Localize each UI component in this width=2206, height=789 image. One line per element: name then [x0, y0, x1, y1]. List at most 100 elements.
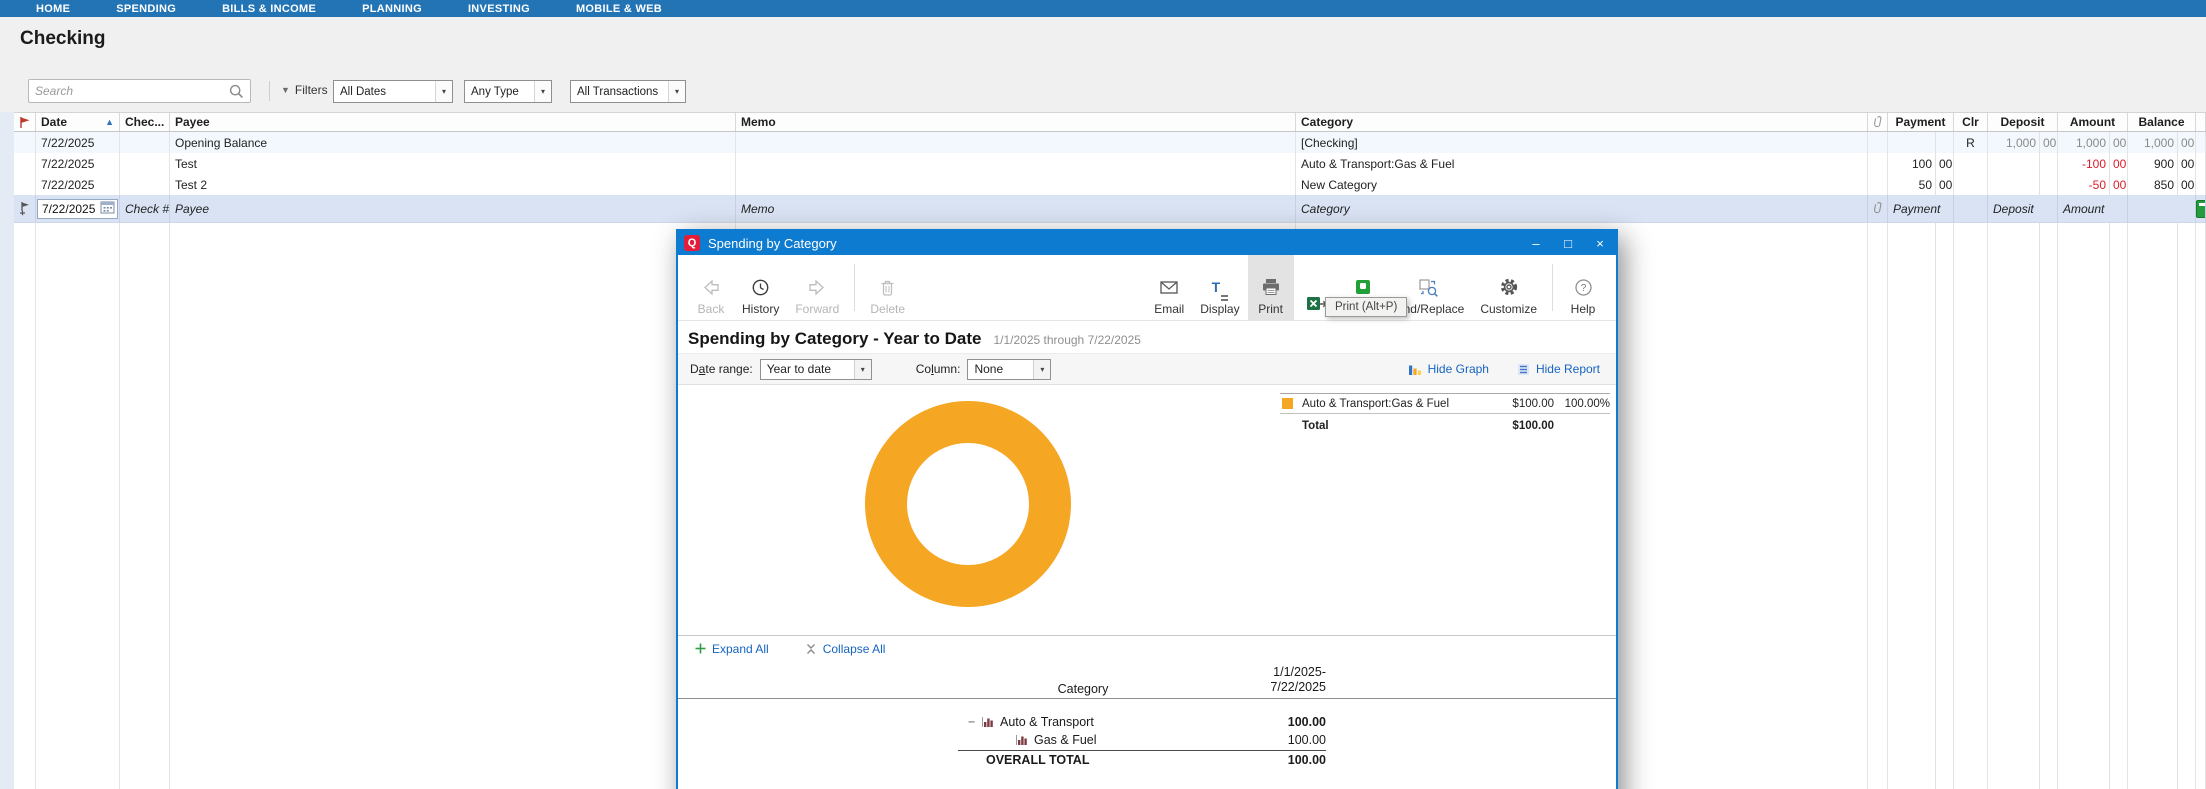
payment-input[interactable]: Payment — [1888, 195, 1954, 222]
transaction-row[interactable]: 7/22/2025 Test Auto & Transport:Gas & Fu… — [14, 153, 2206, 174]
cell-payee: Opening Balance — [170, 132, 736, 153]
transaction-filter-dropdown[interactable]: All Transactions ▾ — [570, 80, 686, 103]
display-button[interactable]: T Display — [1192, 255, 1247, 320]
column-select[interactable]: None ▾ — [967, 358, 1052, 380]
close-button[interactable]: × — [1584, 231, 1616, 255]
amount-input[interactable]: Amount — [2058, 195, 2128, 222]
transaction-row[interactable]: 7/22/2025 Test 2 New Category 50 00 -50 00… — [14, 174, 2206, 195]
minimize-button[interactable]: – — [1520, 231, 1552, 255]
help-icon: ? — [1574, 275, 1593, 299]
history-button[interactable]: History — [734, 255, 787, 320]
report-category-value: 100.00 — [1287, 714, 1326, 729]
attachment-cell[interactable] — [1868, 195, 1888, 222]
report-row-child[interactable]: Gas & Fuel 100.00 — [958, 731, 1326, 749]
maximize-button[interactable]: □ — [1552, 231, 1584, 255]
quicken-logo: Q — [684, 235, 700, 251]
collapse-icon — [806, 643, 815, 654]
nav-bills-income[interactable]: BILLS & INCOME — [222, 3, 316, 15]
transaction-row[interactable]: 7/22/2025 Opening Balance [Checking] R 1… — [14, 132, 2206, 153]
legend-total-label: Total — [1302, 419, 1329, 432]
category-input[interactable]: Category — [1296, 195, 1868, 222]
envelope-icon — [1159, 275, 1179, 299]
date-input[interactable]: 7/22/2025 — [37, 198, 118, 219]
customize-button[interactable]: Customize — [1472, 255, 1545, 320]
mini-bar-chart-icon — [982, 716, 993, 727]
donut-chart[interactable] — [865, 401, 1071, 607]
dialog-titlebar[interactable]: Q Spending by Category – □ × — [678, 231, 1616, 255]
email-button[interactable]: Email — [1146, 255, 1192, 320]
chevron-down-icon: ▾ — [853, 359, 871, 379]
col-header-payee[interactable]: Payee — [170, 113, 736, 131]
nav-mobile-web[interactable]: MOBILE & WEB — [576, 3, 662, 15]
collapse-all-link[interactable]: Collapse All — [805, 642, 885, 656]
col-header-category[interactable]: Category — [1296, 113, 1868, 131]
memo-input[interactable]: Memo — [736, 195, 1296, 222]
col-header-attachment[interactable] — [1868, 113, 1888, 131]
display-text-icon: T — [1212, 275, 1229, 299]
print-tooltip: Print (Alt+P) — [1325, 297, 1408, 317]
col-header-end — [2196, 113, 2206, 131]
cell-payee: Test — [170, 153, 736, 174]
help-button[interactable]: ? Help — [1560, 255, 1606, 320]
check-number-input[interactable]: Check # — [120, 195, 170, 222]
date-range-select[interactable]: Year to date ▾ — [759, 358, 872, 380]
legend-total-amount: $100.00 — [1512, 419, 1554, 432]
payee-input[interactable]: Payee — [170, 195, 736, 222]
col-header-payment[interactable]: Payment — [1888, 113, 1954, 131]
legend-row[interactable]: Auto & Transport:Gas & Fuel $100.00 100.… — [1280, 393, 1610, 414]
calendar-icon[interactable] — [100, 200, 115, 217]
col-header-date[interactable]: Date ▲ — [36, 113, 120, 131]
hide-graph-link[interactable]: Hide Graph — [1408, 362, 1489, 376]
gear-icon — [1499, 275, 1519, 299]
report-row-parent[interactable]: − Auto & Transport 100.00 — [958, 713, 1326, 731]
cell-clr — [1954, 174, 1988, 195]
nav-investing[interactable]: INVESTING — [468, 3, 530, 15]
toolbar-separator — [1552, 264, 1553, 311]
legend-category: Auto & Transport:Gas & Fuel — [1302, 397, 1450, 410]
report-table-body: − Auto & Transport 100.00 Gas & Fuel 100… — [958, 699, 1326, 769]
back-arrow-icon — [701, 275, 721, 299]
toolbar-separator — [854, 264, 856, 311]
nav-home[interactable]: HOME — [36, 3, 70, 15]
new-transaction-edit-row[interactable]: 7/22/2025 Check # Payee Memo Category Pa… — [14, 195, 2206, 223]
forward-button[interactable]: Forward — [787, 255, 847, 320]
report-table: Category 1/1/2025- 7/22/2025 − Auto & Tr… — [678, 661, 1616, 769]
hide-report-link[interactable]: Hide Report — [1517, 362, 1600, 376]
col-header-clr[interactable]: Clr — [1954, 113, 1988, 131]
top-nav: HOME SPENDING BILLS & INCOME PLANNING IN… — [0, 0, 2206, 17]
collapse-row-icon[interactable]: − — [968, 715, 981, 729]
save-transaction-cell[interactable] — [2196, 195, 2206, 222]
deposit-input[interactable]: Deposit — [1988, 195, 2058, 222]
report-controls: Date range: Year to date ▾ Column: None … — [678, 353, 1616, 385]
delete-button[interactable]: Delete — [862, 255, 913, 320]
expand-all-link[interactable]: Expand All — [695, 642, 769, 656]
nav-planning[interactable]: PLANNING — [362, 3, 422, 15]
sort-ascending-icon: ▲ — [105, 117, 114, 127]
col-header-amount[interactable]: Amount — [2058, 113, 2128, 131]
find-replace-icon — [1418, 275, 1439, 299]
save-transaction-icon[interactable] — [2196, 199, 2205, 218]
cell-payment — [1888, 132, 1954, 153]
flag-column-header[interactable] — [14, 113, 36, 131]
type-filter-dropdown[interactable]: Any Type ▾ — [464, 80, 552, 103]
balance-cell — [2128, 195, 2196, 222]
col-header-deposit[interactable]: Deposit — [1988, 113, 2058, 131]
flag-icon — [19, 116, 29, 128]
col-header-memo[interactable]: Memo — [736, 113, 1296, 131]
cell-date: 7/22/2025 — [36, 132, 120, 153]
filters-toggle[interactable]: ▼ Filters — [281, 83, 328, 97]
search-placeholder: Search — [35, 84, 74, 98]
paperclip-icon — [1874, 202, 1882, 214]
search-input[interactable]: Search — [28, 79, 251, 103]
legend-percent: 100.00% — [1564, 397, 1610, 410]
back-button[interactable]: Back — [688, 255, 734, 320]
col-header-check[interactable]: Chec... — [120, 113, 170, 131]
report-table-header: Category 1/1/2025- 7/22/2025 — [678, 661, 1616, 699]
svg-text:?: ? — [1580, 283, 1586, 294]
paperclip-icon — [1874, 115, 1882, 127]
cell-memo — [736, 132, 1296, 153]
col-header-balance[interactable]: Balance — [2128, 113, 2196, 131]
print-button[interactable]: Print — [1247, 255, 1294, 320]
nav-spending[interactable]: SPENDING — [116, 3, 176, 15]
date-filter-dropdown[interactable]: All Dates ▾ — [333, 80, 453, 103]
